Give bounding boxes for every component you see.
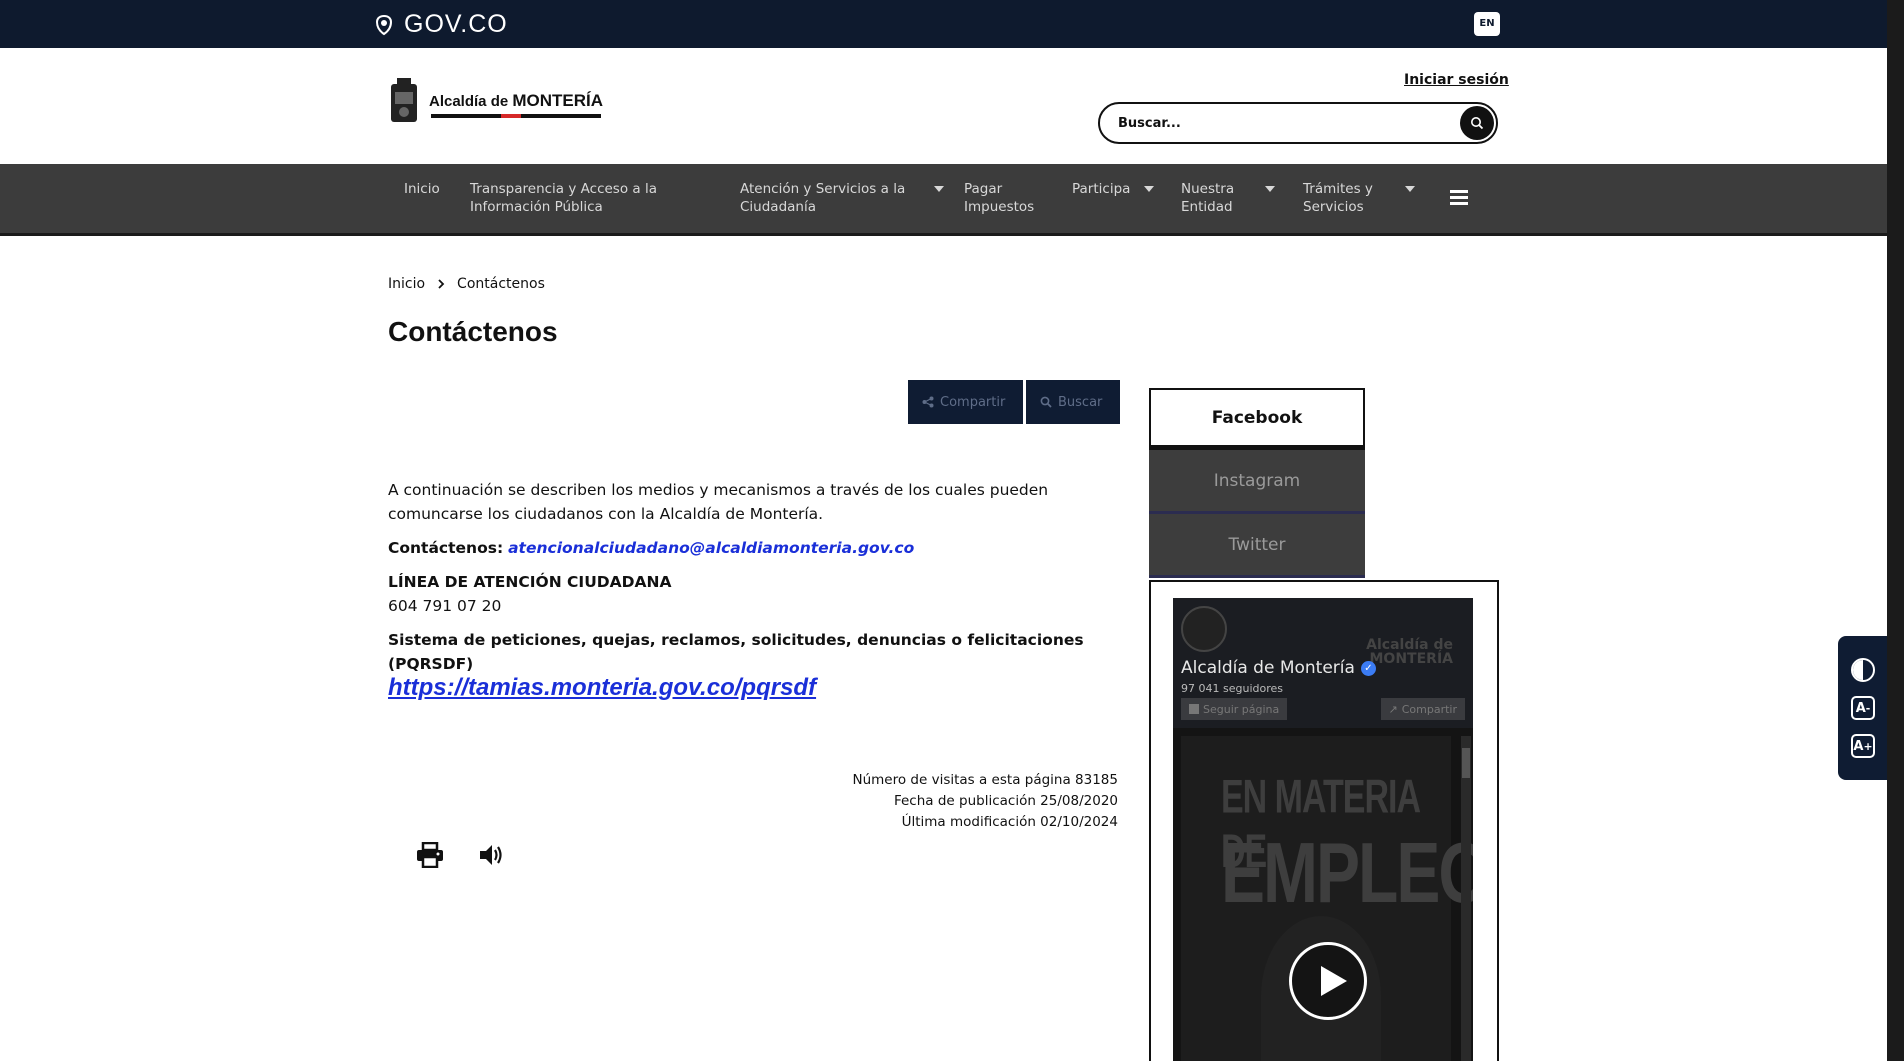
print-icon[interactable] [416, 842, 444, 868]
nav-item-atencion[interactable]: Atención y Servicios a la Ciudadanía [740, 180, 944, 216]
site-header: Alcaldía de MONTERÍA Iniciar sesión [0, 48, 1887, 164]
govco-shield-icon [375, 14, 393, 35]
nav-label: Pagar Impuestos [964, 181, 1035, 215]
pqrsdf-title: Sistema de peticiones, quejas, reclamos,… [388, 631, 1084, 673]
fb-followers: 97 041 seguidores [1181, 682, 1283, 695]
increase-font-letter: A [1853, 738, 1864, 754]
breadcrumb-current: Contáctenos [457, 276, 545, 292]
tab-instagram[interactable]: Instagram [1149, 450, 1365, 514]
audio-speaker-icon[interactable] [478, 842, 506, 868]
video-frame: EN MATERIA DE EMPLEO [1181, 736, 1473, 1061]
play-button-icon[interactable] [1289, 942, 1367, 1020]
brand-city: MONTERÍA [512, 91, 604, 110]
fb-watermark-line2: MONTERÍA [1369, 651, 1454, 667]
decrease-font-letter: A [1855, 700, 1866, 716]
fb-follow-label: Seguir página [1203, 702, 1280, 716]
phone-block: LÍNEA DE ATENCIÓN CIUDADANA 604 791 07 2… [388, 570, 1128, 618]
nav-item-nuestra-entidad[interactable]: Nuestra Entidad [1181, 180, 1275, 216]
nav-label: Participa [1072, 181, 1131, 197]
decrease-font-icon[interactable]: A- [1851, 696, 1875, 720]
page-tools [416, 842, 506, 868]
page-search-button[interactable]: Buscar [1026, 380, 1120, 424]
pqrsdf-block: Sistema de peticiones, quejas, reclamos,… [388, 628, 1128, 702]
search-icon [1040, 396, 1052, 408]
share-label: Compartir [940, 394, 1006, 410]
menu-hamburger-icon[interactable] [1450, 190, 1468, 208]
search-box [1098, 102, 1498, 144]
nav-label: Inicio [404, 181, 440, 197]
page-scrollbar[interactable] [1887, 0, 1904, 1061]
nav-item-inicio[interactable]: Inicio [404, 180, 440, 198]
brand-underline [431, 114, 601, 118]
chevron-down-icon [1144, 186, 1155, 192]
chevron-down-icon [1405, 186, 1415, 192]
search-button[interactable] [1460, 106, 1494, 140]
brand-prefix: Alcaldía de [429, 93, 509, 110]
alcaldia-name: Alcaldía de MONTERÍA [429, 91, 603, 111]
tab-twitter[interactable]: Twitter [1149, 514, 1365, 578]
visit-count: Número de visitas a esta página 83185 [852, 772, 1119, 788]
nav-item-pagar-impuestos[interactable]: Pagar Impuestos [964, 180, 1044, 216]
search-label: Buscar [1058, 394, 1103, 410]
fb-cover-watermark: Alcaldía de MONTERÍA [1366, 638, 1453, 666]
nav-label: Transparencia y Acceso a la Información … [470, 181, 657, 215]
nav-label: Trámites y Servicios [1303, 181, 1373, 215]
share-icon [922, 396, 934, 408]
facebook-page-header: Alcaldía de MONTERÍA Alcaldía de Monterí… [1173, 598, 1473, 728]
fb-share-label: Compartir [1401, 702, 1457, 716]
tab-facebook[interactable]: Facebook [1149, 388, 1365, 450]
page-meta: Número de visitas a esta página 83185 Fe… [780, 770, 1119, 833]
social-tabs: Facebook Instagram Twitter [1149, 388, 1365, 578]
modified-date: Última modificación 02/10/2024 [901, 814, 1118, 830]
facebook-f-icon [1189, 704, 1199, 714]
nav-item-tramites[interactable]: Trámites y Servicios [1303, 180, 1415, 216]
nav-label: Atención y Servicios a la Ciudadanía [740, 181, 906, 215]
facebook-embed: Alcaldía de MONTERÍA Alcaldía de Monterí… [1149, 580, 1499, 1061]
chevron-down-icon [1265, 186, 1275, 192]
fb-video-post: EN MATERIA DE EMPLEO [1173, 728, 1473, 1061]
contact-email-link[interactable]: atencionalciudadano@alcaldiamonteria.gov… [508, 539, 914, 557]
increase-font-icon[interactable]: A + [1851, 734, 1875, 758]
nav-item-participa[interactable]: Participa [1072, 180, 1155, 198]
chevron-down-icon [934, 186, 944, 192]
main-nav: Inicio Transparencia y Acceso a la Infor… [0, 164, 1887, 236]
govco-text: GOV.CO [404, 10, 508, 38]
nav-item-transparencia[interactable]: Transparencia y Acceso a la Información … [470, 180, 690, 216]
search-icon [1471, 117, 1484, 130]
fb-follow-button[interactable]: Seguir página [1181, 698, 1288, 720]
contact-content: A continuación se describen los medios y… [388, 478, 1128, 712]
intro-text: A continuación se describen los medios y… [388, 481, 1049, 523]
page-title: Contáctenos [388, 316, 558, 347]
govco-logo[interactable]: GOV.CO [374, 10, 508, 39]
fb-page-name-text: Alcaldía de Montería [1181, 658, 1355, 678]
breadcrumb: Inicio Contáctenos [388, 276, 545, 292]
accessibility-toolbar: A- A + [1838, 636, 1887, 780]
verified-badge-icon: ✓ [1360, 660, 1376, 676]
fb-share-button[interactable]: ↗ Compartir [1380, 698, 1465, 720]
contact-email-line: Contáctenos: atencionalciudadano@alcaldi… [388, 536, 1128, 560]
phone-line-title: LÍNEA DE ATENCIÓN CIUDADANA [388, 573, 672, 591]
gov-top-bar: GOV.CO EN [0, 0, 1887, 48]
monteria-coat-of-arms-icon [391, 78, 417, 122]
share-button[interactable]: Compartir [908, 380, 1023, 424]
share-arrow-icon: ↗ [1388, 702, 1398, 716]
page-actions: Compartir Buscar [908, 380, 1120, 424]
contrast-toggle-icon[interactable] [1851, 658, 1875, 682]
embed-scrollbar[interactable] [1461, 736, 1471, 1061]
chevron-right-icon [438, 279, 445, 289]
login-link[interactable]: Iniciar sesión [1404, 72, 1509, 88]
pqrsdf-link[interactable]: https://tamias.monteria.gov.co/pqrsdf [388, 674, 816, 701]
breadcrumb-home-link[interactable]: Inicio [388, 276, 425, 292]
video-text-line2: EMPLEO [1221, 823, 1473, 921]
publish-date: Fecha de publicación 25/08/2020 [893, 793, 1118, 809]
phone-number: 604 791 07 20 [388, 597, 502, 615]
search-input[interactable] [1118, 112, 1448, 134]
fb-page-name[interactable]: Alcaldía de Montería ✓ [1181, 658, 1376, 678]
alcaldia-logo[interactable]: Alcaldía de MONTERÍA [387, 76, 603, 126]
nav-label: Nuestra Entidad [1181, 181, 1235, 215]
contact-label: Contáctenos: [388, 539, 504, 557]
language-toggle-button[interactable]: EN [1474, 12, 1500, 36]
fb-page-avatar[interactable] [1181, 606, 1227, 652]
